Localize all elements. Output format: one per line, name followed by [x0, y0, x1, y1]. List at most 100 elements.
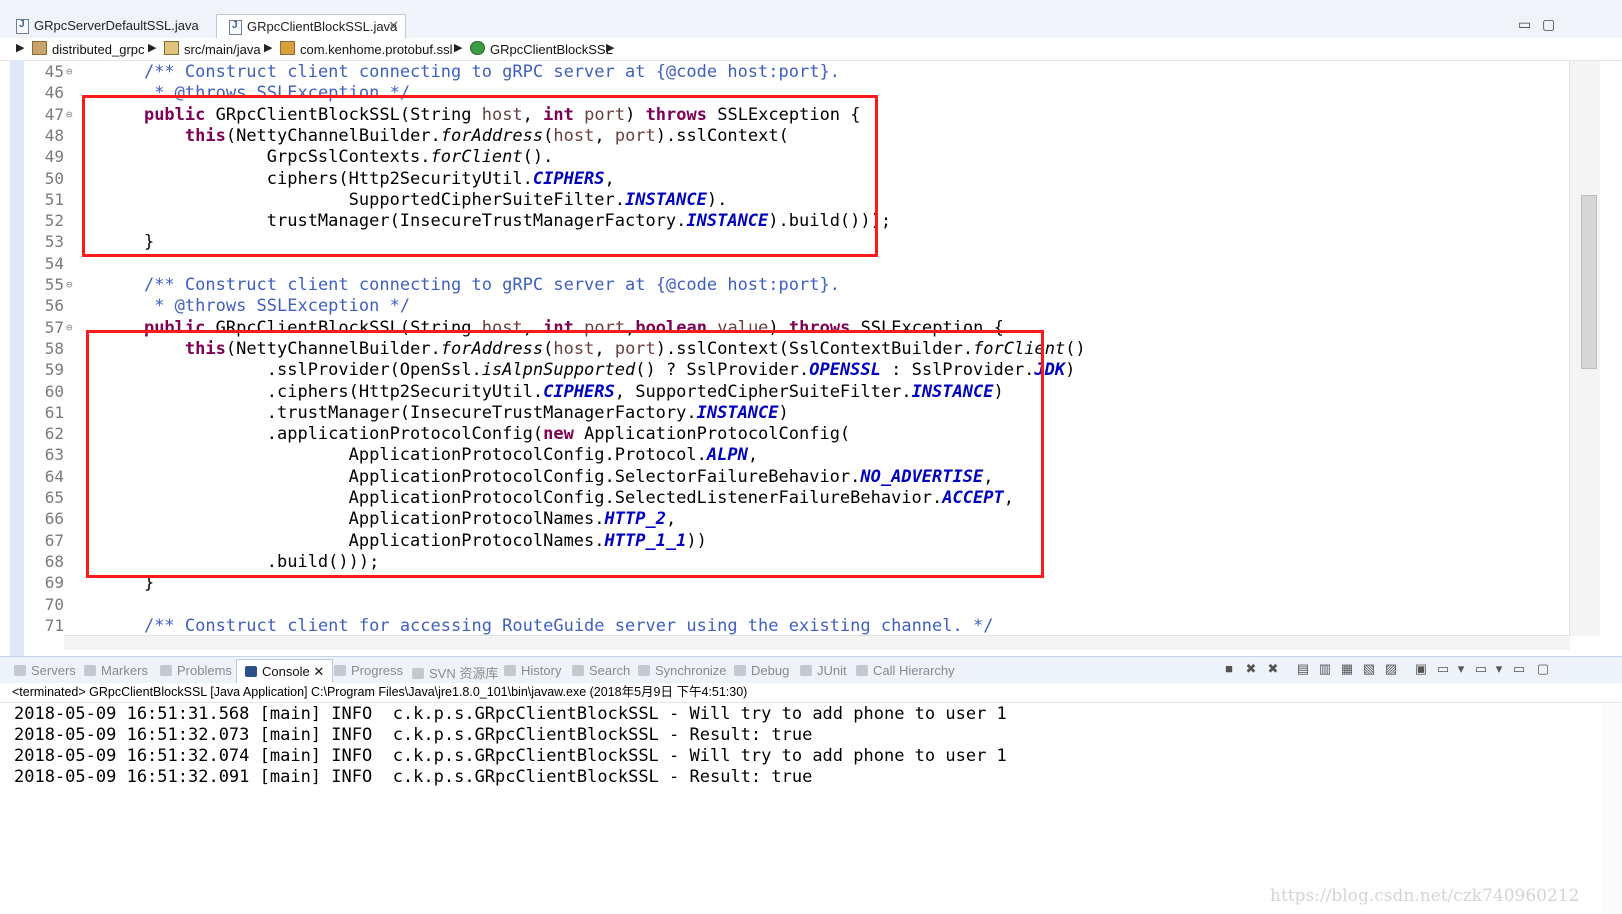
show-on-output-icon[interactable]: ▧ [1362, 662, 1376, 676]
word-wrap-icon[interactable]: ▦ [1340, 662, 1354, 676]
scrollbar-thumb[interactable] [1581, 195, 1597, 369]
tab-progress[interactable]: Progress [334, 663, 403, 678]
maximize-icon[interactable]: ▢ [1536, 662, 1550, 676]
view-tab-bar: Servers Markers Problems Console ✕ Progr… [0, 656, 1622, 684]
remove-launch-icon[interactable]: ✖ [1244, 662, 1258, 676]
tab-grpcclientblockssl[interactable]: GRpcClientBlockSSL.java ✕ [216, 14, 406, 38]
console-output[interactable]: 2018-05-09 16:51:31.568 [main] INFO c.k.… [0, 704, 1622, 914]
progress-icon [334, 665, 346, 676]
console-icon [245, 666, 257, 677]
line-number: 71 [44, 615, 64, 635]
line-number: 52 [44, 211, 64, 231]
chevron-right-icon[interactable]: ▶ [606, 41, 614, 54]
chevron-right-icon[interactable]: ▶ [264, 41, 272, 54]
line-number: 60 [44, 381, 64, 401]
chevron-right-icon[interactable]: ▶ [16, 41, 24, 54]
java-file-icon [16, 19, 29, 34]
console-toolbar: ■ ✖ ✖ ▤ ▥ ▦ ▧ ▨ ▣ ▭ ▾ ▭ ▾ ▭ ▢ [1222, 662, 1622, 680]
tab-grpcserverdefaultssl[interactable]: GRpcServerDefaultSSL.java [4, 14, 214, 38]
clear-console-icon[interactable]: ▤ [1296, 662, 1310, 676]
call-hierarchy-icon [856, 665, 868, 676]
chevron-down-icon[interactable]: ▾ [1454, 662, 1468, 676]
console-scrollbar[interactable] [1602, 704, 1622, 914]
tab-problems[interactable]: Problems [160, 663, 232, 678]
minimize-icon[interactable]: ▭ [1512, 662, 1526, 676]
tab-search[interactable]: Search [572, 663, 630, 678]
line-number: 53 [44, 232, 64, 252]
code-text: /** Construct client connecting to gRPC … [143, 275, 840, 295]
console-line: 2018-05-09 16:51:32.074 [main] INFO c.k.… [14, 746, 1007, 766]
console-line: 2018-05-09 16:51:31.568 [main] INFO c.k.… [14, 704, 1007, 724]
pin-console-icon[interactable]: ▣ [1414, 662, 1428, 676]
tab-servers[interactable]: Servers [14, 663, 76, 678]
tab-markers[interactable]: Markers [84, 663, 148, 678]
tab-synchronize[interactable]: Synchronize [638, 663, 727, 678]
line-number: 54 [44, 253, 64, 273]
code-line[interactable]: 45 ⊖ /** Construct client connecting to g… [10, 61, 1570, 83]
line-number: 45 [44, 62, 64, 81]
terminate-icon[interactable]: ■ [1222, 662, 1236, 676]
breadcrumb-source-folder[interactable]: src/main/java [164, 41, 261, 57]
code-text: /** Construct client for accessing Route… [143, 615, 994, 636]
problems-icon [160, 665, 172, 676]
close-icon[interactable]: ✕ [313, 664, 324, 679]
fold-toggle-icon[interactable]: ⊖ [66, 104, 73, 126]
chevron-right-icon[interactable]: ▶ [148, 41, 156, 54]
tab-debug[interactable]: Debug [734, 663, 789, 678]
tab-junit[interactable]: JUnit [800, 663, 847, 678]
close-icon[interactable]: ✕ [388, 18, 399, 34]
tab-label: GRpcServerDefaultSSL.java [34, 18, 199, 33]
line-number: 55 [44, 275, 64, 294]
code-editor[interactable]: 45 ⊖ /** Construct client connecting to g… [10, 61, 1600, 656]
open-console-icon[interactable]: ▭ [1474, 662, 1488, 676]
highlight-box-constructor-1 [82, 95, 878, 257]
fold-toggle-icon[interactable]: ⊖ [66, 61, 73, 83]
line-number: 59 [44, 360, 64, 380]
svn-icon [412, 668, 424, 679]
line-number: 56 [44, 296, 64, 316]
line-number: 57 [44, 317, 64, 337]
history-icon [504, 665, 516, 676]
line-number: 64 [44, 466, 64, 486]
line-number: 70 [44, 594, 64, 614]
servers-icon [14, 665, 26, 676]
line-number: 69 [44, 573, 64, 593]
code-line[interactable]: 55 ⊖ /** Construct client connecting to g… [10, 274, 1570, 296]
tab-call-hierarchy[interactable]: Call Hierarchy [856, 663, 955, 678]
show-on-error-icon[interactable]: ▨ [1384, 662, 1398, 676]
line-number: 47 [44, 104, 64, 124]
highlight-box-constructor-2 [86, 330, 1044, 578]
code-line[interactable]: 70 [10, 594, 1570, 616]
chevron-right-icon[interactable]: ▶ [454, 41, 462, 54]
display-console-icon[interactable]: ▭ [1436, 662, 1450, 676]
code-line[interactable]: 71 /** Construct client for accessing Ro… [10, 615, 1570, 637]
fold-toggle-icon[interactable]: ⊖ [66, 317, 73, 339]
synchronize-icon [638, 665, 650, 676]
fold-toggle-icon[interactable]: ⊖ [66, 274, 73, 296]
code-line[interactable]: 56 * @throws SSLException */ [10, 295, 1570, 317]
scroll-lock-icon[interactable]: ▥ [1318, 662, 1332, 676]
console-line: 2018-05-09 16:51:32.073 [main] INFO c.k.… [14, 725, 813, 745]
tab-console[interactable]: Console ✕ [236, 659, 334, 683]
tab-history[interactable]: History [504, 663, 561, 678]
console-status: <terminated> GRpcClientBlockSSL [Java Ap… [0, 683, 1622, 703]
vertical-scrollbar[interactable] [1569, 61, 1600, 636]
line-number: 49 [44, 147, 64, 167]
line-number: 62 [44, 424, 64, 444]
chevron-down-icon[interactable]: ▾ [1492, 662, 1506, 676]
line-number: 68 [44, 551, 64, 571]
breadcrumb-package[interactable]: com.kenhome.protobuf.ssl [280, 41, 452, 57]
console-line: 2018-05-09 16:51:32.091 [main] INFO c.k.… [14, 767, 813, 787]
java-file-icon [229, 20, 242, 35]
minimize-icon[interactable]: ▭ [1518, 16, 1531, 33]
breadcrumb-class[interactable]: GRpcClientBlockSSL [470, 41, 613, 57]
horizontal-scrollbar[interactable] [64, 635, 1570, 650]
editor-tab-bar: GRpcServerDefaultSSL.java GRpcClientBloc… [0, 0, 1622, 39]
maximize-icon[interactable]: ▢ [1542, 16, 1555, 33]
breadcrumb-project[interactable]: distributed_grpc [32, 41, 145, 57]
code-text: /** Construct client connecting to gRPC … [143, 62, 840, 82]
debug-icon [734, 665, 746, 676]
tab-svn-repository[interactable]: SVN 资源库 [412, 663, 498, 682]
remove-all-icon[interactable]: ✖ [1266, 662, 1280, 676]
line-number: 48 [44, 125, 64, 145]
